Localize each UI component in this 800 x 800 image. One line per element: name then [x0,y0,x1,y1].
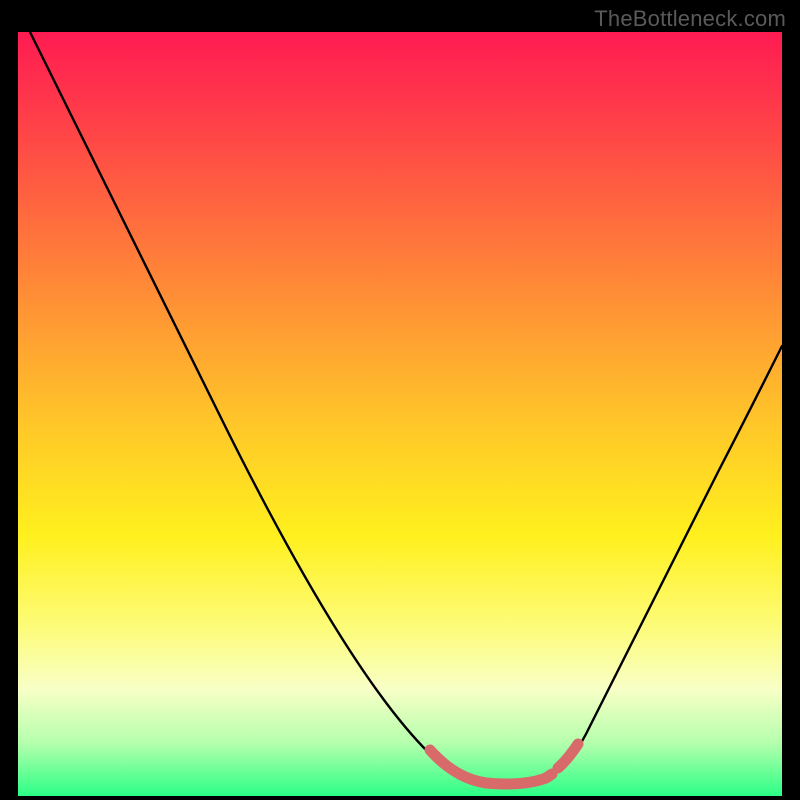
curve-layer [18,32,782,796]
highlight-segment [430,744,578,784]
watermark-text: TheBottleneck.com [594,6,786,32]
chart-frame: TheBottleneck.com [0,0,800,800]
bottleneck-curve [30,32,782,785]
plot-area [18,32,782,796]
